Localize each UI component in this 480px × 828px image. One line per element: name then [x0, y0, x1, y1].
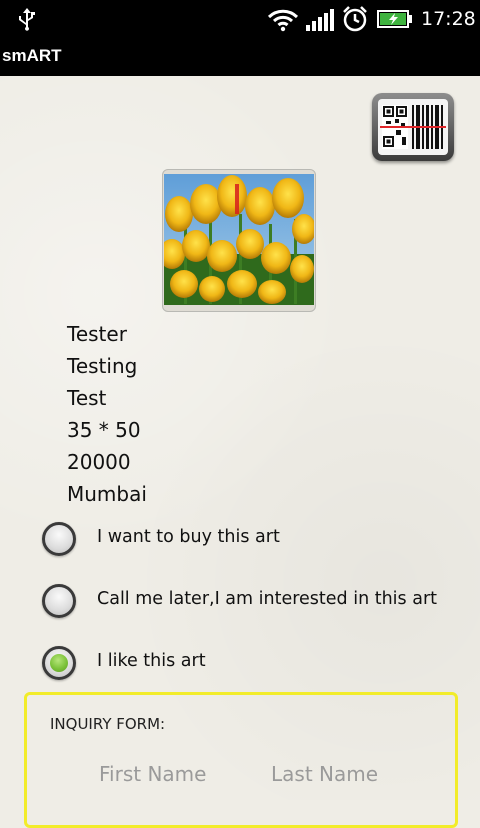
option-call-me-later[interactable]: Call me later,I am interested in this ar… — [40, 580, 460, 620]
artwork-title: Testing — [67, 354, 138, 378]
status-bar: 17:28 — [0, 0, 480, 38]
main-content: Tester Testing Test 35 * 50 20000 Mumbai… — [0, 76, 480, 828]
option-buy-art[interactable]: I want to buy this art — [40, 518, 460, 558]
artist-name: Tester — [67, 322, 127, 346]
app-title: smART — [2, 46, 62, 65]
usb-icon — [19, 8, 35, 31]
radio-button[interactable] — [42, 522, 76, 556]
option-label: I want to buy this art — [97, 527, 280, 547]
option-label: Call me later,I am interested in this ar… — [97, 589, 438, 609]
artwork-image — [164, 174, 314, 305]
artwork-location: Mumbai — [67, 482, 147, 506]
radio-button-checked[interactable] — [42, 646, 76, 680]
inquiry-form: INQUIRY FORM: — [24, 692, 458, 828]
option-like-art[interactable]: I like this art — [40, 642, 460, 682]
app-title-bar: smART — [0, 38, 480, 76]
artwork-details: Tester Testing Test 35 * 50 20000 Mumbai — [67, 318, 147, 510]
qr-barcode-icon — [378, 99, 448, 155]
wifi-icon — [267, 9, 299, 32]
artwork-description: Test — [67, 386, 107, 410]
first-name-input[interactable] — [97, 761, 251, 787]
artwork-image-frame[interactable] — [162, 169, 316, 312]
option-label: I like this art — [97, 651, 206, 671]
signal-icon — [306, 9, 334, 31]
form-heading: INQUIRY FORM: — [50, 715, 166, 733]
alarm-icon — [343, 6, 367, 32]
battery-icon — [377, 10, 412, 28]
clock-time: 17:28 — [421, 8, 476, 30]
artwork-price: 20000 — [67, 450, 131, 474]
radio-button[interactable] — [42, 584, 76, 618]
artwork-size: 35 * 50 — [67, 418, 141, 442]
last-name-input[interactable] — [269, 761, 423, 787]
qr-scan-button[interactable] — [372, 93, 454, 161]
